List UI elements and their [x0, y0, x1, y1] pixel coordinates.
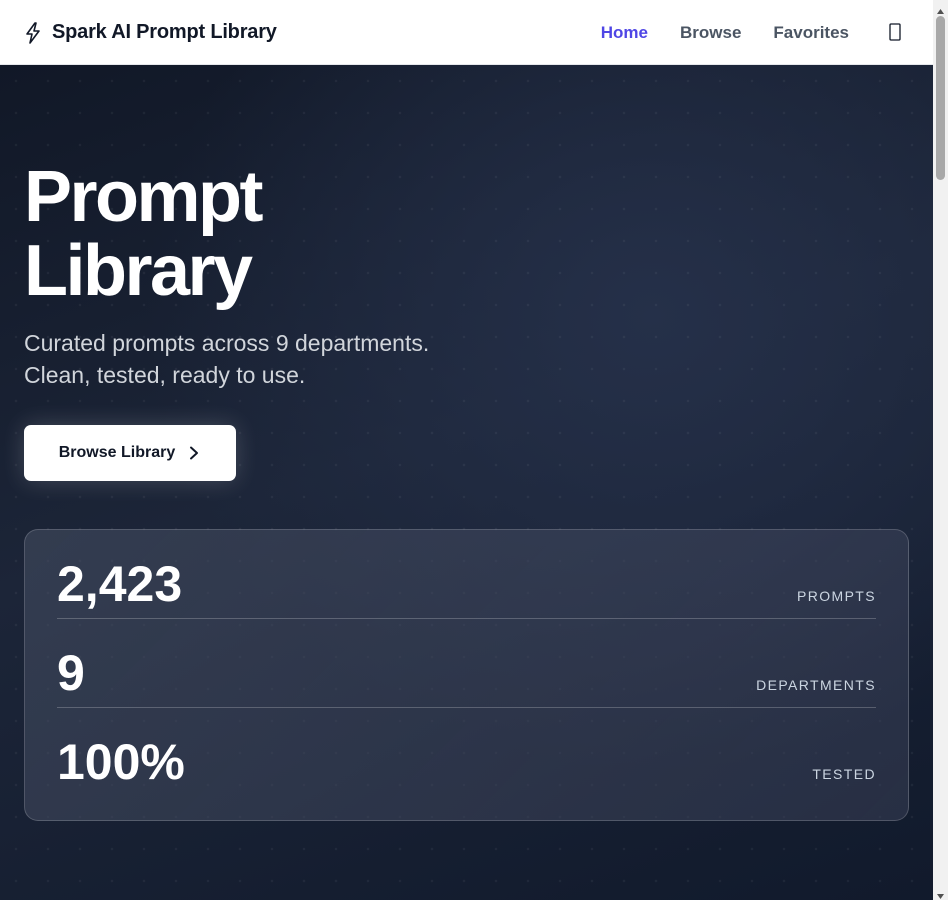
stat-label: TESTED: [812, 766, 876, 782]
hero-section: Prompt Library Curated prompts across 9 …: [0, 65, 933, 900]
hero-subtitle: Curated prompts across 9 departments. Cl…: [24, 327, 429, 391]
hero-title: Prompt Library: [24, 157, 264, 311]
nav-link-browse[interactable]: Browse: [680, 23, 741, 43]
stat-value: 9: [57, 645, 85, 701]
stat-label: PROMPTS: [796, 588, 876, 604]
browse-library-label: Browse Library: [58, 444, 176, 461]
brand[interactable]: Spark AI Prompt Library: [24, 0, 277, 65]
theme-toggle-icon[interactable]: [888, 22, 902, 42]
stat-row-tested: 100% TESTED: [57, 708, 876, 797]
nav-link-home[interactable]: Home: [601, 23, 648, 43]
hero-subtitle-line-2: Clean, tested, ready to use.: [24, 362, 306, 388]
stats-card: 2,423 PROMPTS 9 DEPARTMENTS 100% TESTED: [24, 529, 909, 821]
hero-title-line-1: Prompt: [24, 157, 264, 237]
hero-title-line-2: Library: [24, 231, 253, 311]
stat-label: DEPARTMENTS: [756, 677, 876, 693]
page-scrollbar[interactable]: [933, 0, 948, 900]
stat-value: 100%: [57, 734, 185, 790]
lightning-bolt-icon: [24, 21, 42, 44]
hero-subtitle-line-1: Curated prompts across 9 departments.: [24, 330, 430, 356]
stat-value: 2,423: [57, 556, 183, 612]
nav-link-favorites[interactable]: Favorites: [773, 23, 849, 43]
main-nav: Home Browse Favorites: [601, 0, 849, 65]
scroll-up-arrow-icon[interactable]: [936, 3, 945, 14]
browse-library-button[interactable]: Browse Library: [24, 425, 236, 481]
brand-title: Spark AI Prompt Library: [52, 21, 277, 43]
scroll-down-arrow-icon[interactable]: [936, 888, 945, 899]
chevron-right-icon: [189, 446, 201, 460]
stat-row-prompts: 2,423 PROMPTS: [57, 530, 876, 619]
stat-row-departments: 9 DEPARTMENTS: [57, 619, 876, 708]
scrollbar-thumb[interactable]: [936, 16, 945, 180]
top-navigation-bar: Spark AI Prompt Library Home Browse Favo…: [0, 0, 933, 65]
